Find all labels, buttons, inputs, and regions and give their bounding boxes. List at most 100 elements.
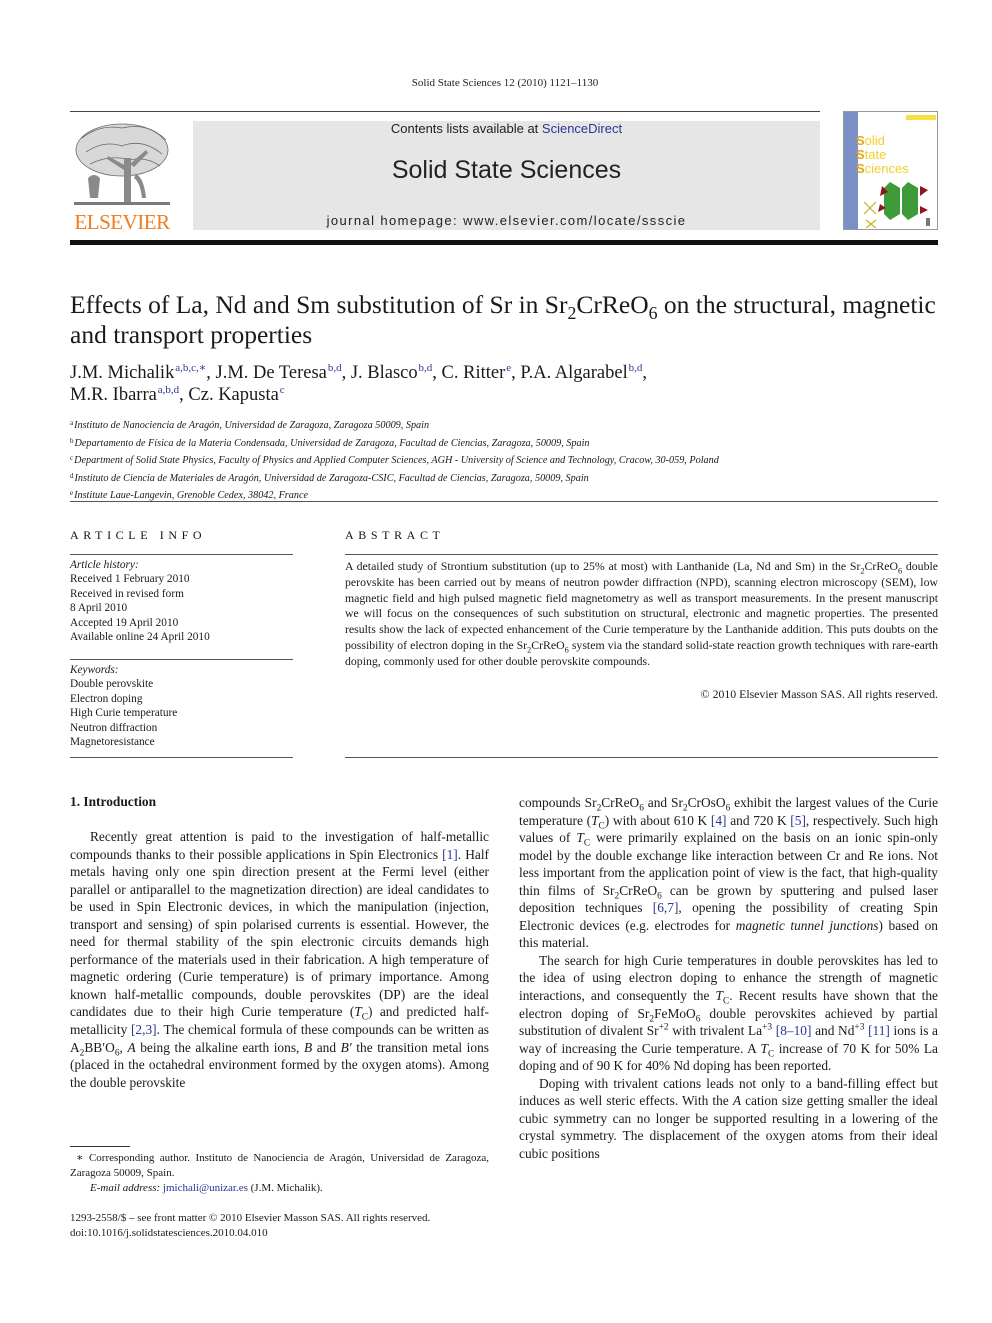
text: FeMoO [654, 1005, 696, 1021]
author-separator: , [511, 363, 521, 383]
author-name[interactable]: C. Ritter [442, 363, 506, 383]
superscript: +3 [762, 1022, 773, 1033]
author-affiliation-marks[interactable]: a,b,d [158, 384, 179, 396]
text: ) with about 610 K [604, 812, 711, 828]
keyword-item: High Curie temperature [70, 707, 178, 720]
superscript: +3 [854, 1022, 865, 1033]
emphasis-text: magnetic tunnel junctions [735, 917, 879, 933]
affiliation-text: Instituto de Ciencia de Materiales de Ar… [74, 472, 589, 484]
math-symbol: T [354, 1004, 362, 1020]
publisher-logo-text: ELSEVIER [74, 210, 170, 234]
footnote-email-line: E-mail address: jmichali@unizar.es (J.M.… [70, 1181, 489, 1196]
affiliation-item: aInstituto de Nanociencia de Aragón, Uni… [70, 416, 940, 434]
author-separator: , [206, 363, 216, 383]
author-affiliation-marks[interactable]: a,b,c, [175, 362, 199, 374]
divider [345, 757, 938, 758]
contents-prefix: Contents lists available at [390, 121, 542, 136]
affiliation-mark: b [70, 436, 74, 445]
text: and 720 K [726, 812, 791, 828]
affiliation-text: Department of Solid State Physics, Facul… [74, 455, 719, 466]
doi-link[interactable]: doi:10.1016/j.solidstatesciences.2010.04… [70, 1226, 489, 1241]
divider [70, 659, 293, 660]
affiliation-text: Instituto de Nanociencia de Aragón, Univ… [74, 420, 430, 431]
keywords: Keywords: Double perovskite Electron dop… [70, 663, 293, 749]
math-symbol: A [127, 1039, 136, 1055]
text: being the alkaline earth ions, [135, 1039, 304, 1055]
citation-link[interactable]: [1] [442, 847, 458, 862]
history-label: Article history: [70, 559, 139, 571]
divider [70, 757, 293, 758]
cover-word: State [856, 147, 887, 162]
author-affiliation-marks[interactable]: c [280, 384, 285, 396]
history-item: Available online 24 April 2010 [70, 631, 210, 644]
history-item: Received 1 February 2010 [70, 573, 190, 586]
text: Recently great attention is paid to the … [70, 829, 489, 862]
text: CrReO [601, 795, 640, 810]
body-column-right: compounds Sr2CrReO6 and Sr2CrOsO6 exhibi… [519, 794, 938, 1162]
math-symbol: T [576, 830, 584, 846]
abstract-copyright: © 2010 Elsevier Masson SAS. All rights r… [700, 687, 938, 701]
email-label: E-mail address: [90, 1182, 163, 1195]
article-title: Effects of La, Nd and Sm substitution of… [70, 290, 940, 350]
author-name[interactable]: J. Blasco [351, 363, 418, 383]
cover-word: Sciences [856, 161, 909, 176]
author-separator: , [179, 385, 189, 405]
math-symbol: T [760, 1040, 768, 1056]
citation-link[interactable]: [2,3] [131, 1022, 157, 1037]
text: . Half metals having only one spin direc… [70, 846, 489, 1020]
author-name[interactable]: M.R. Ibarra [70, 385, 157, 405]
affiliation-text: Departamento de Física de la Materia Con… [74, 437, 590, 449]
history-item: Received in revised form [70, 587, 184, 600]
text: compounds Sr [519, 795, 597, 810]
author-name[interactable]: Cz. Kapusta [188, 385, 278, 405]
affiliation-item: dInstituto de Ciencia de Materiales de A… [70, 469, 940, 487]
title-text: CrReO [576, 290, 649, 319]
running-head: Solid State Sciences 12 (2010) 1121–1130 [411, 77, 599, 89]
math-symbol: A [732, 1093, 741, 1109]
title-subscript: 6 [648, 303, 658, 324]
author-affiliation-marks[interactable]: b,d [629, 362, 643, 374]
citation-link[interactable]: [5] [790, 813, 806, 828]
abstract-text: A detailed study of Strontium substituti… [345, 559, 938, 669]
affiliation-item: bDepartamento de Física de la Materia Co… [70, 434, 940, 452]
journal-homepage-link[interactable]: journal homepage: www.elsevier.com/locat… [193, 213, 820, 228]
affiliation-mark: a [70, 419, 74, 427]
text: and Sr [643, 795, 683, 810]
paragraph: Doping with trivalent cations leads not … [519, 1075, 938, 1163]
keyword-item: Neutron diffraction [70, 721, 158, 734]
math-symbol: T [715, 988, 723, 1004]
affiliation-text: Institute Laue-Langevin, Grenoble Cedex,… [74, 490, 308, 501]
citation-link[interactable]: [6,7] [653, 900, 679, 915]
author-separator: , [642, 363, 648, 383]
author-name[interactable]: J.M. De Teresa [216, 363, 327, 383]
text: CrOsO [687, 795, 726, 810]
sciencedirect-link[interactable]: ScienceDirect [542, 121, 622, 136]
author-name[interactable]: P.A. Algarabel [520, 363, 627, 383]
publisher-logo[interactable]: ELSEVIER [70, 118, 174, 234]
journal-cover-image[interactable]: Solid State Sciences [843, 111, 938, 230]
paragraph: Recently great attention is paid to the … [70, 828, 489, 1091]
article-info-heading: ARTICLE INFO [70, 528, 207, 542]
cover-tag [906, 115, 936, 120]
email-link[interactable]: jmichali@unizar.es [163, 1182, 248, 1194]
section-heading: 1. Introduction [70, 794, 157, 809]
author-affiliation-marks[interactable]: b,d [419, 362, 433, 374]
citation-link[interactable]: [11] [868, 1023, 890, 1038]
contents-line: Contents lists available at ScienceDirec… [193, 121, 820, 136]
citation-link[interactable]: [4] [711, 813, 727, 828]
affiliation-mark: d [70, 471, 74, 480]
author-name[interactable]: J.M. Michalik [70, 363, 174, 383]
text: and [312, 1039, 341, 1055]
math-symbol: T [591, 812, 599, 828]
author-affiliation-marks[interactable]: b,d [328, 362, 342, 374]
cover-word: Solid [856, 133, 885, 148]
footnote-rule [70, 1146, 130, 1147]
citation-link[interactable]: [8–10] [776, 1023, 812, 1038]
keyword-item: Magnetoresistance [70, 736, 155, 749]
title-divider [70, 501, 938, 502]
keyword-item: Double perovskite [70, 678, 154, 691]
text: CrReO [619, 882, 658, 898]
math-symbol: B [303, 1039, 313, 1055]
author-separator: , [341, 363, 351, 383]
title-text: Effects of La, Nd and Sm substitution of… [70, 290, 568, 319]
